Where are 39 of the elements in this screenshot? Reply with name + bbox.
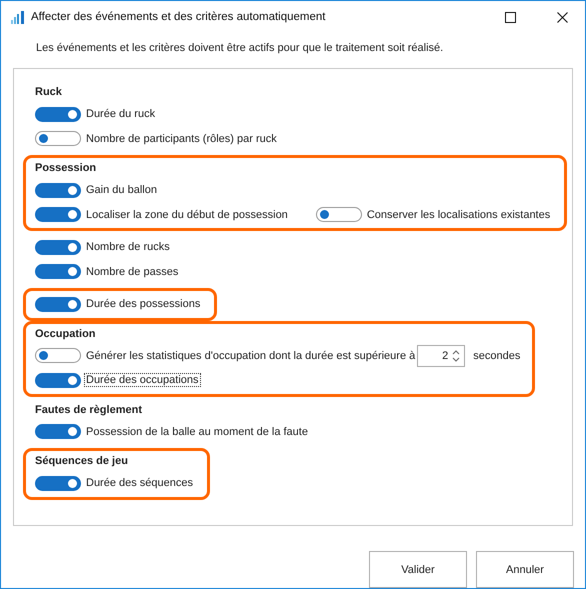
bar-chart-icon <box>11 10 25 24</box>
toggle-switch[interactable] <box>35 476 81 491</box>
close-icon <box>556 12 568 22</box>
toggle-switch[interactable] <box>316 207 362 222</box>
toggle-switch[interactable] <box>35 296 81 312</box>
section-title: Séquences de jeu <box>35 454 129 469</box>
toggle-switch[interactable] <box>35 182 81 198</box>
toggle-switch[interactable] <box>35 240 81 255</box>
unit-label: secondes <box>473 350 520 362</box>
toggle-label: Nombre de participants (rôles) par ruck <box>85 132 278 146</box>
number-spinner[interactable]: 2 <box>417 344 466 367</box>
toggle-label: Durée des occupations <box>84 373 201 388</box>
section-title: Ruck <box>35 85 63 100</box>
dialog-button[interactable]: Annuler <box>476 551 574 588</box>
toggle-switch[interactable] <box>35 106 81 122</box>
toggle-label: Conserver les localisations existantes <box>366 208 552 222</box>
toggle-switch[interactable] <box>35 424 81 440</box>
toggle-label: Durée des possessions <box>85 297 202 312</box>
spinner-arrows-icon[interactable] <box>452 348 460 363</box>
section-title: Occupation <box>35 326 97 342</box>
toggle-switch[interactable] <box>35 372 81 388</box>
toggle-switch[interactable] <box>35 207 81 222</box>
toggle-label: Générer les statistiques d'occupation dont la durée est supérieure à <box>85 348 416 363</box>
info-message: Les événements et les critères doivent être actifs pour que le traitement soit réalisé. <box>36 42 444 54</box>
toggle-switch[interactable] <box>35 348 81 364</box>
toggle-switch[interactable] <box>35 264 81 280</box>
toggle-label: Localiser la zone du début de possession <box>85 208 289 222</box>
toggle-label: Durée du ruck <box>85 107 156 122</box>
window-title: Affecter des événements et des critères automatiquement <box>31 11 326 23</box>
toggle-switch[interactable] <box>35 131 81 146</box>
toggle-label: Nombre de passes <box>85 264 180 279</box>
toggle-label: Durée des séquences <box>85 476 194 490</box>
toggle-label: Possession de la balle au moment de la faute <box>85 424 309 439</box>
maximize-icon <box>504 12 516 22</box>
toggle-label: Nombre de rucks <box>85 240 171 254</box>
section-title: Fautes de règlement <box>35 402 143 418</box>
section-title: Possession <box>35 161 98 176</box>
toggle-label: Gain du ballon <box>85 183 158 198</box>
dialog-button[interactable]: Valider <box>369 551 467 588</box>
